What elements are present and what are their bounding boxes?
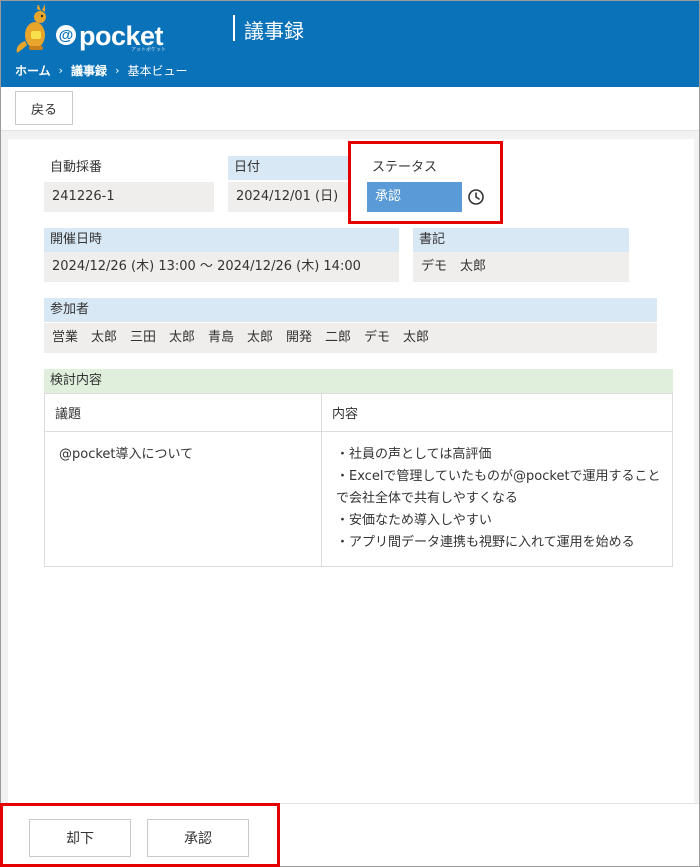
table-row: @pocket導入について ・社員の声としては高評価 ・Excelで管理していた… xyxy=(44,431,673,567)
content-line: で会社全体で共有しやすくなる xyxy=(336,491,518,506)
content-cell: ・社員の声としては高評価 ・Excelで管理していたものが@pocketで運用す… xyxy=(321,431,673,567)
column-header-content: 内容 xyxy=(321,393,673,432)
app-header: @ pocket アットポケット 議事録 ホーム › 議事録 › 基本ビュー xyxy=(1,1,699,87)
toolbar: 戻る xyxy=(1,87,699,131)
review-table: 議題 内容 @pocket導入について ・社員の声としては高評価 ・Excelで… xyxy=(44,393,673,567)
column-header-topic: 議題 xyxy=(44,393,322,432)
topic-cell: @pocket導入について xyxy=(44,431,322,567)
app-logo[interactable]: @ pocket アットポケット xyxy=(13,5,173,57)
secretary-value: デモ 太郎 xyxy=(413,252,629,282)
svg-text:@: @ xyxy=(59,27,74,44)
participants-value: 営業 太郎 三田 太郎 青島 太郎 開発 二郎 デモ 太郎 xyxy=(44,323,657,353)
chevron-right-icon: › xyxy=(58,64,64,77)
content-line: ・アプリ間データ連携も視野に入れて運用を始める xyxy=(336,535,635,550)
logo-subtext: アットポケット xyxy=(131,47,167,53)
breadcrumb-minutes[interactable]: 議事録 xyxy=(71,62,107,79)
title-separator xyxy=(233,15,235,41)
breadcrumb: ホーム › 議事録 › 基本ビュー xyxy=(15,62,187,79)
breadcrumb-home[interactable]: ホーム xyxy=(15,62,51,79)
action-highlight-box xyxy=(0,803,280,867)
participants-label: 参加者 xyxy=(44,298,657,322)
kangaroo-logo-icon xyxy=(16,5,46,53)
auto-number-value: 241226-1 xyxy=(44,182,214,212)
at-mark-icon: @ xyxy=(56,25,76,45)
meeting-datetime-value: 2024/12/26 (木) 13:00 ～ 2024/12/26 (木) 14… xyxy=(44,252,399,282)
content-list: ・社員の声としては高評価 ・Excelで管理していたものが@pocketで運用す… xyxy=(336,444,662,554)
status-highlight-box xyxy=(348,141,503,224)
back-button[interactable]: 戻る xyxy=(15,91,73,125)
date-value: 2024/12/01 (日) xyxy=(228,182,348,212)
auto-number-label: 自動採番 xyxy=(50,160,103,175)
content-line: ・安価なため導入しやすい xyxy=(336,513,492,528)
meeting-datetime-label: 開催日時 xyxy=(44,228,399,252)
chevron-right-icon: › xyxy=(115,64,120,77)
content-line: ・社員の声としては高評価 xyxy=(336,447,492,462)
table-header-row: 議題 内容 xyxy=(44,393,673,432)
content-line: ・Excelで管理していたものが@pocketで運用すること xyxy=(336,469,661,484)
breadcrumb-basic-view: 基本ビュー xyxy=(127,64,188,78)
review-label: 検討内容 xyxy=(44,369,673,393)
secretary-label: 書記 xyxy=(413,228,629,252)
date-label: 日付 xyxy=(228,156,348,180)
page-title: 議事録 xyxy=(244,19,304,43)
